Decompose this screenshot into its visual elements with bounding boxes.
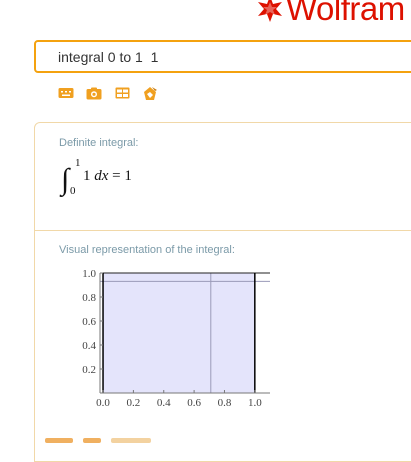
y-tick-label: 0.6: [82, 316, 96, 328]
spikey-icon: [258, 0, 282, 22]
examples-button[interactable]: [141, 85, 159, 101]
keyboard-button[interactable]: [57, 85, 75, 101]
variable: x: [101, 168, 109, 184]
keyboard-icon: [58, 88, 74, 98]
link-stub[interactable]: [83, 438, 101, 443]
y-tick-label: 1.0: [82, 268, 96, 280]
search-input[interactable]: [58, 47, 398, 67]
link-stub[interactable]: [45, 438, 73, 443]
integral-plot: 0.0 0.2 0.4 0.6 0.8 1.0 0.2 0.4 0.6 0.8 1.0: [82, 268, 270, 409]
x-tick-label: 0.6: [187, 397, 201, 409]
search-box[interactable]: [34, 40, 411, 73]
differential: d: [94, 168, 102, 184]
x-tick-label: 0.4: [157, 397, 171, 409]
y-tick-label: 0.4: [82, 340, 96, 352]
x-tick-label: 0.0: [96, 397, 110, 409]
x-tick-label: 0.8: [218, 397, 232, 409]
y-tick-label: 0.2: [82, 364, 96, 376]
integrand: 1: [83, 168, 91, 184]
visual-representation-title: Visual representation of the integral:: [59, 244, 235, 256]
results-pods: Definite integral: ∫ 1 0 1 dx = 1 Visual…: [34, 122, 411, 462]
camera-icon: [86, 87, 102, 99]
integral-value: = 1: [112, 168, 132, 184]
definite-integral-title: Definite integral:: [59, 137, 139, 149]
input-tools: [57, 85, 159, 101]
wolfram-logo[interactable]: Wolfram: [256, 0, 405, 25]
integral-area: [103, 273, 255, 393]
bottom-link-stubs: [45, 438, 151, 443]
integral-expression: 1 dx = 1: [83, 168, 132, 185]
camera-button[interactable]: [85, 85, 103, 101]
x-tick-label: 1.0: [248, 397, 262, 409]
y-tick-label: 0.8: [82, 292, 96, 304]
x-tick-label: 0.2: [127, 397, 141, 409]
link-stub[interactable]: [111, 438, 151, 443]
pod-divider: [35, 230, 411, 231]
examples-icon: [144, 86, 157, 100]
integral-sign: ∫: [61, 163, 70, 196]
integral-upper-bound: 1: [75, 157, 81, 169]
integral-lower-bound: 0: [70, 185, 76, 197]
table-button[interactable]: [113, 85, 131, 101]
table-icon: [115, 87, 129, 99]
brand-name: Wolfram: [286, 0, 405, 27]
